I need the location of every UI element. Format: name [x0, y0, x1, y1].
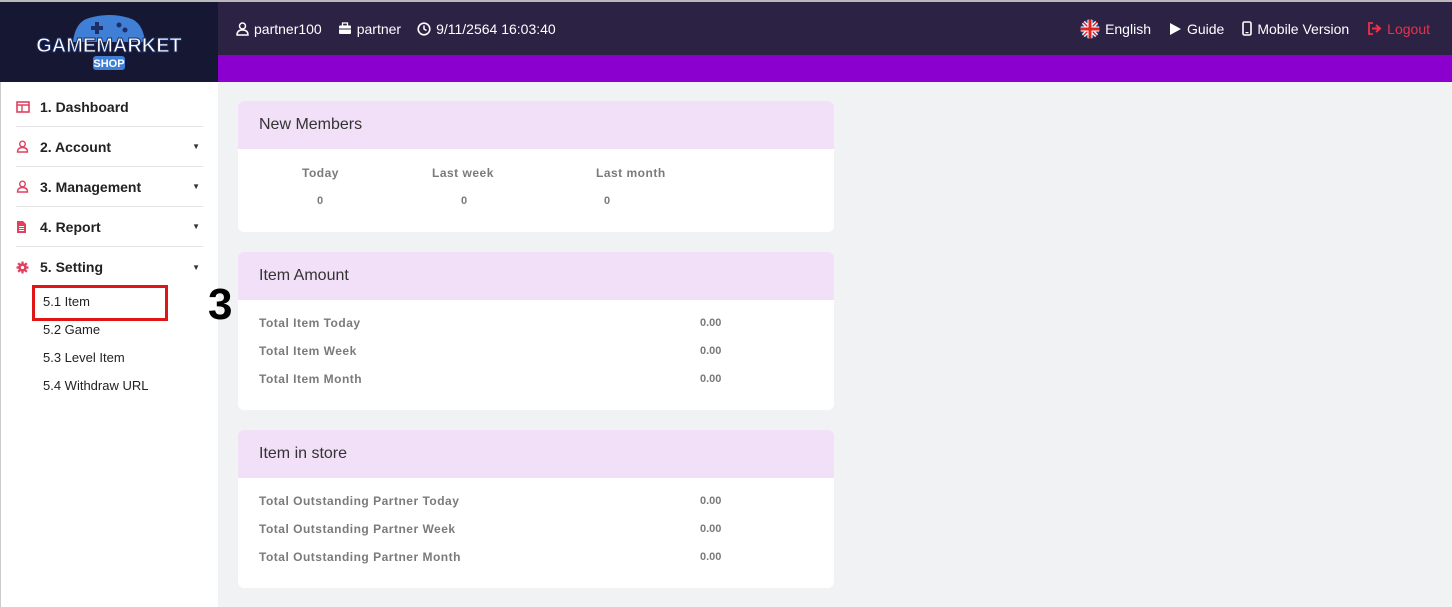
logo[interactable]: GAMEMARKET SHOP [0, 2, 218, 82]
clock-icon [417, 21, 431, 36]
document-icon [16, 220, 40, 234]
username: partner100 [254, 20, 322, 37]
role-info: partner [338, 21, 401, 37]
row-value: 0.00 [700, 551, 722, 563]
datetime-info: 9/11/2564 16:03:40 [417, 21, 556, 37]
user-info: partner100 [236, 21, 322, 37]
stat-value-today: 0 [317, 195, 324, 207]
language-selector[interactable]: English [1080, 19, 1151, 39]
row-value: 0.00 [700, 317, 722, 329]
card-title: New Members [238, 101, 834, 149]
mobile-icon [1242, 21, 1253, 36]
submenu-item-level-item[interactable]: 5.3 Level Item [43, 343, 218, 371]
caret-down-icon: ▼ [192, 222, 200, 231]
top-header: partner100 partner 9/11/2564 16:03:40 En… [218, 2, 1452, 55]
sidebar: 1. Dashboard 2. Account ▼ 3. Management … [0, 82, 218, 607]
item-amount-card: Item Amount Total Item Today 0.00 Total … [238, 252, 834, 410]
submenu-item-withdraw-url[interactable]: 5.4 Withdraw URL [43, 371, 218, 399]
guide-link[interactable]: Guide [1169, 21, 1224, 37]
accent-bar [218, 55, 1452, 82]
stat-value-last-month: 0 [604, 195, 611, 207]
stat-value-last-week: 0 [461, 195, 468, 207]
sidebar-item-label: 1. Dashboard [40, 98, 129, 115]
sidebar-item-label: 5. Setting [40, 259, 104, 275]
uk-flag-icon [1080, 19, 1100, 38]
row-label: Total Outstanding Partner Week [259, 522, 456, 536]
row-label: Total Outstanding Partner Month [259, 550, 461, 564]
language-label: English [1105, 20, 1151, 37]
caret-down-icon: ▼ [192, 262, 200, 272]
new-members-card: New Members Today Last week Last month 0… [238, 101, 834, 232]
logo-gamepad-icon: GAMEMARKET SHOP [36, 15, 182, 70]
mobile-version-link[interactable]: Mobile Version [1242, 21, 1349, 37]
user-icon [236, 21, 249, 36]
sidebar-item-management[interactable]: 3. Management ▼ [16, 167, 203, 207]
sidebar-item-report[interactable]: 4. Report ▼ [16, 207, 203, 247]
current-datetime: 9/11/2564 16:03:40 [436, 20, 556, 37]
row-value: 0.00 [700, 345, 722, 357]
user-icon [16, 180, 40, 193]
logo-text: GAMEMARKET [36, 35, 182, 57]
user-role: partner [356, 20, 402, 37]
stat-header-last-week: Last week [432, 166, 494, 180]
guide-label: Guide [1186, 20, 1225, 37]
stat-header-today: Today [302, 166, 339, 180]
logo-subtext: SHOP [93, 58, 124, 70]
logout-label: Logout [1387, 20, 1430, 37]
highlight-box [32, 285, 168, 321]
row-label: Total Item Week [259, 344, 357, 358]
dashboard-icon [16, 100, 40, 113]
row-value: 0.00 [700, 495, 722, 507]
row-label: Total Outstanding Partner Today [259, 494, 460, 508]
logout-button[interactable]: Logout [1367, 21, 1430, 37]
stat-header-last-month: Last month [596, 166, 666, 180]
sidebar-item-label: 4. Report [40, 218, 101, 235]
sidebar-item-setting[interactable]: 5. Setting ▼ [16, 247, 203, 287]
card-title: Item in store [238, 430, 834, 478]
card-title: Item Amount [238, 252, 834, 300]
caret-down-icon: ▼ [192, 182, 200, 191]
briefcase-icon [338, 22, 351, 34]
row-value: 0.00 [700, 373, 722, 385]
sidebar-item-account[interactable]: 2. Account ▼ [16, 127, 203, 167]
sidebar-item-dashboard[interactable]: 1. Dashboard [16, 87, 203, 127]
gear-icon [16, 261, 40, 274]
logout-icon [1368, 22, 1382, 35]
caret-down-icon: ▼ [192, 142, 200, 151]
row-label: Total Item Month [259, 372, 363, 386]
play-icon [1169, 22, 1181, 35]
row-label: Total Item Today [259, 316, 361, 330]
mobile-version-label: Mobile Version [1257, 20, 1350, 37]
user-icon [16, 140, 40, 153]
sidebar-item-label: 3. Management [40, 178, 142, 195]
sidebar-item-label: 2. Account [40, 138, 112, 155]
row-value: 0.00 [700, 523, 722, 535]
item-in-store-card: Item in store Total Outstanding Partner … [238, 430, 834, 588]
step-number: 3 [208, 280, 233, 329]
